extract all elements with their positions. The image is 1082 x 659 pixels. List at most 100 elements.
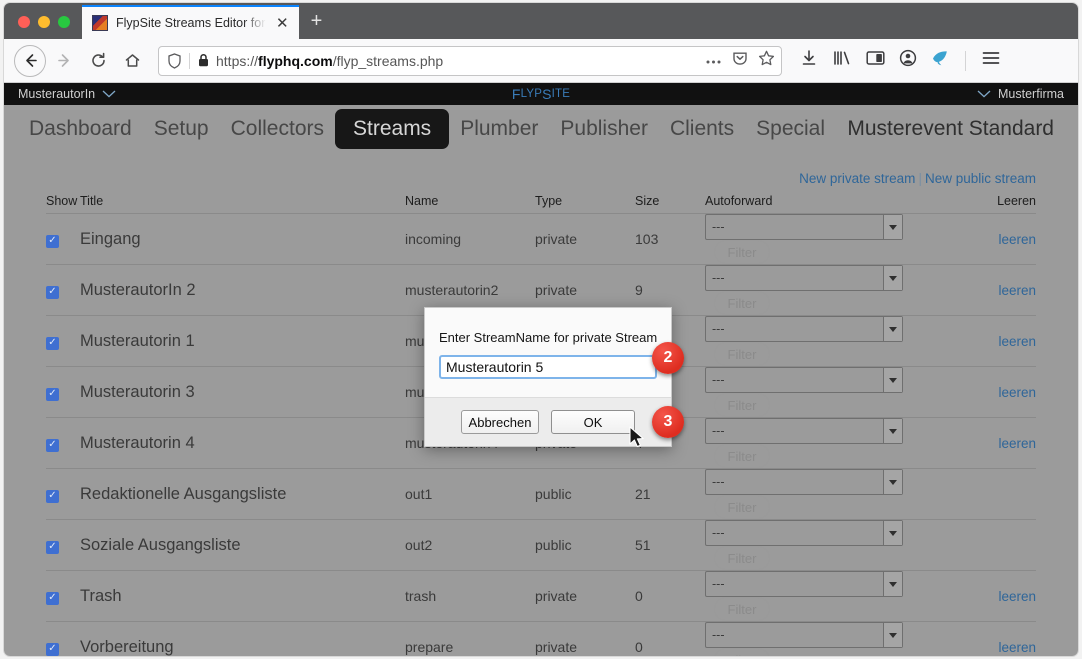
new-public-stream-link[interactable]: New public stream — [925, 171, 1036, 186]
ok-button[interactable]: OK — [551, 410, 635, 434]
leeren-link[interactable]: leeren — [998, 640, 1036, 655]
autoforward-select[interactable]: --- — [705, 265, 903, 291]
filter-button[interactable]: Filter — [714, 444, 770, 468]
page-actions-ellipsis-icon[interactable] — [705, 52, 722, 70]
account-icon[interactable] — [899, 49, 917, 72]
leeren-link[interactable]: leeren — [998, 385, 1036, 400]
screenshot-root: FlypSite Streams Editor for "mu ✕ + — [0, 0, 1082, 659]
show-cell: ✓ — [46, 264, 80, 316]
sidebar-icon[interactable] — [866, 50, 885, 71]
leeren-link[interactable]: leeren — [998, 334, 1036, 349]
back-icon[interactable] — [14, 44, 46, 77]
filter-button[interactable]: Filter — [714, 240, 770, 264]
autoforward-select[interactable]: --- — [705, 571, 903, 597]
nav-item-plumber[interactable]: Plumber — [449, 111, 549, 147]
filter-button[interactable]: Filter — [714, 597, 770, 621]
autoforward-select-wrapper: --- — [705, 469, 903, 495]
menu-icon[interactable] — [982, 51, 1000, 70]
show-checkbox[interactable]: ✓ — [46, 540, 59, 554]
autoforward-select[interactable]: --- — [705, 520, 903, 546]
browser-tab[interactable]: FlypSite Streams Editor for "mu ✕ — [82, 5, 299, 39]
url-host: flyphq.com — [258, 52, 333, 69]
show-checkbox[interactable]: ✓ — [46, 438, 59, 452]
leeren-link[interactable]: leeren — [998, 436, 1036, 451]
maximize-window-button[interactable] — [58, 16, 70, 28]
lock-icon[interactable] — [190, 53, 216, 68]
show-cell: ✓ — [46, 519, 80, 571]
leeren-link[interactable]: leeren — [998, 232, 1036, 247]
downloads-icon[interactable] — [800, 49, 818, 72]
header-leeren: Leeren — [915, 192, 1036, 214]
company-menu[interactable]: Musterfirma — [977, 87, 1064, 101]
brand-s: S — [542, 86, 552, 102]
show-checkbox[interactable]: ✓ — [46, 285, 59, 299]
filter-button[interactable]: Filter — [714, 495, 770, 519]
show-checkbox[interactable]: ✓ — [46, 234, 59, 248]
chevron-down-icon[interactable] — [102, 90, 116, 98]
autoforward-select-wrapper: --- — [705, 520, 903, 546]
toolbar-divider — [965, 50, 966, 71]
close-window-button[interactable] — [18, 16, 30, 28]
stream-title-cell: Musterautorin 4 — [80, 417, 405, 469]
filter-button[interactable]: Filter — [714, 546, 770, 570]
nav-item-special[interactable]: Special — [745, 111, 836, 147]
nav-item-collectors[interactable]: Collectors — [220, 111, 335, 147]
filter-button[interactable]: Filter — [714, 393, 770, 417]
step-badge-3: 3 — [652, 406, 684, 438]
dialog-body: Enter StreamName for private Stream — [425, 308, 671, 397]
filter-button[interactable]: Filter — [714, 648, 770, 656]
stream-title-cell: Trash — [80, 570, 405, 622]
show-checkbox[interactable]: ✓ — [46, 642, 59, 656]
cancel-button[interactable]: Abbrechen — [461, 410, 539, 434]
pocket-dolphin-icon[interactable] — [931, 49, 949, 72]
stream-title-cell: Eingang — [80, 213, 405, 265]
nav-item-streams[interactable]: Streams — [335, 109, 450, 149]
autoforward-cell: ---Filter — [705, 366, 915, 418]
minimize-window-button[interactable] — [38, 16, 50, 28]
url-scheme: https:// — [216, 52, 259, 69]
autoforward-select[interactable]: --- — [705, 316, 903, 342]
show-checkbox[interactable]: ✓ — [46, 591, 59, 605]
dialog-footer: Abbrechen OK — [425, 397, 671, 446]
chevron-down-icon[interactable] — [977, 90, 991, 98]
stream-name-cell: out2 — [405, 519, 535, 571]
library-icon[interactable] — [832, 49, 852, 72]
nav-item-publisher[interactable]: Publisher — [549, 111, 659, 147]
autoforward-select[interactable]: --- — [705, 469, 903, 495]
stream-name-cell: prepare — [405, 621, 535, 656]
autoforward-select[interactable]: --- — [705, 622, 903, 648]
url-text[interactable]: https://flyphq.com/flyp_streams.php — [216, 53, 697, 69]
leeren-link[interactable]: leeren — [998, 283, 1036, 298]
autoforward-select[interactable]: --- — [705, 418, 903, 444]
filter-button[interactable]: Filter — [714, 342, 770, 366]
show-cell: ✓ — [46, 621, 80, 656]
user-menu[interactable]: MusterautorIn — [18, 87, 116, 101]
new-tab-button[interactable]: + — [299, 11, 335, 39]
new-private-stream-link[interactable]: New private stream — [799, 171, 915, 186]
autoforward-select[interactable]: --- — [705, 367, 903, 393]
stream-title-cell: Vorbereitung — [80, 621, 405, 656]
stream-name-input[interactable] — [439, 355, 657, 379]
tracking-protection-shield-icon[interactable] — [159, 52, 189, 69]
autoforward-select[interactable]: --- — [705, 214, 903, 240]
pocket-save-icon[interactable] — [732, 50, 748, 71]
leeren-cell — [915, 468, 1036, 520]
home-icon[interactable] — [116, 45, 148, 77]
nav-item-setup[interactable]: Setup — [143, 111, 220, 147]
show-checkbox[interactable]: ✓ — [46, 387, 59, 401]
forward-icon[interactable] — [48, 45, 80, 77]
show-checkbox[interactable]: ✓ — [46, 336, 59, 350]
autoforward-cell: ---Filter — [705, 213, 915, 265]
url-bar[interactable]: https://flyphq.com/flyp_streams.php — [158, 45, 782, 76]
show-checkbox[interactable]: ✓ — [46, 489, 59, 503]
nav-item-clients[interactable]: Clients — [659, 111, 745, 147]
browser-window: FlypSite Streams Editor for "mu ✕ + — [4, 3, 1078, 656]
stream-title-cell: Musterautorin 3 — [80, 366, 405, 418]
nav-item-dashboard[interactable]: Dashboard — [18, 111, 143, 147]
close-tab-icon[interactable]: ✕ — [274, 16, 291, 31]
header-show: Show — [46, 192, 80, 214]
filter-button[interactable]: Filter — [714, 291, 770, 315]
leeren-link[interactable]: leeren — [998, 589, 1036, 604]
reload-icon[interactable] — [82, 45, 114, 77]
bookmark-star-icon[interactable] — [758, 50, 775, 71]
